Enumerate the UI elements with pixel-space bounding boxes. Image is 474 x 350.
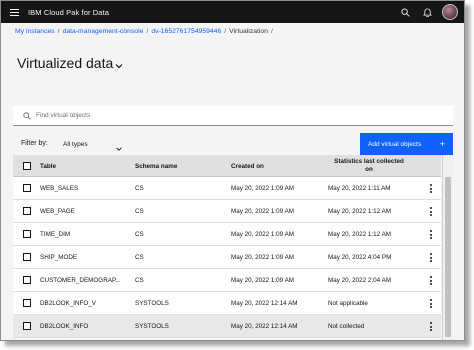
table-row[interactable]: TIME_DIM CS May 20, 2022 1:09 AM May 20,…: [13, 223, 441, 246]
row-checkbox[interactable]: [23, 299, 31, 307]
plus-icon: +: [439, 139, 445, 149]
breadcrumb-separator: /: [224, 28, 227, 35]
search-input[interactable]: [36, 112, 416, 119]
table-row[interactable]: SHIP_MODE CS May 20, 2022 1:09 AM May 20…: [13, 246, 441, 269]
filter-type-dropdown[interactable]: All types: [57, 135, 129, 153]
cell-statistics: May 20, 2022 4:04 PM: [328, 254, 392, 261]
cell-schema: CS: [135, 231, 144, 238]
app-window: IBM Cloud Pak for Data My instances / data…: [0, 0, 465, 341]
cell-created: May 20, 2022 1:09 AM: [231, 277, 295, 284]
overflow-menu-icon[interactable]: [430, 253, 432, 262]
row-checkbox[interactable]: [23, 322, 31, 330]
table-row[interactable]: WEB_PAGE CS May 20, 2022 1:09 AM May 20,…: [13, 200, 441, 223]
table-row[interactable]: DB2LOOK_INFO SYSTOOLS May 20, 2022 12:14…: [13, 315, 441, 338]
filter-selected-value: All types: [63, 140, 88, 148]
virtual-objects-table: Table Schema name Created on Statistics …: [13, 155, 441, 338]
cell-statistics: May 20, 2022 2:04 AM: [328, 277, 392, 284]
cell-schema: CS: [135, 185, 144, 192]
top-navigation-bar: IBM Cloud Pak for Data: [1, 1, 464, 23]
row-checkbox[interactable]: [23, 184, 31, 192]
brand-name: IBM Cloud Pak for Data: [28, 7, 109, 17]
add-virtual-objects-label: Add virtual objects: [368, 140, 422, 148]
cell-table: WEB_PAGE: [40, 208, 75, 215]
overflow-menu-icon[interactable]: [430, 230, 432, 239]
table-header-row: Table Schema name Created on Statistics …: [13, 155, 441, 177]
cell-created: May 20, 2022 1:09 AM: [231, 185, 295, 192]
overflow-menu-icon[interactable]: [430, 276, 432, 285]
overflow-menu-icon[interactable]: [430, 184, 432, 193]
cell-created: May 20, 2022 1:09 AM: [231, 208, 295, 215]
cell-table: WEB_SALES: [40, 185, 79, 192]
cell-created: May 20, 2022 12:14 AM: [231, 323, 298, 330]
breadcrumb-separator: /: [57, 28, 60, 35]
add-virtual-objects-button[interactable]: Add virtual objects +: [360, 133, 453, 155]
row-checkbox[interactable]: [23, 230, 31, 238]
cell-table: DB2LOOK_INFO_V: [40, 300, 96, 307]
row-checkbox[interactable]: [23, 253, 31, 261]
cell-statistics: Not collected: [328, 323, 365, 330]
cell-statistics: May 20, 2022 1:12 AM: [328, 208, 392, 215]
statistics-header-line1: Statistics last collected: [334, 158, 404, 165]
notification-icon[interactable]: [420, 5, 434, 19]
menu-icon[interactable]: [4, 1, 24, 23]
filter-label: Filter by:: [21, 140, 48, 147]
search-bar: [13, 106, 453, 126]
cell-statistics: May 20, 2022 1:11 AM: [328, 185, 391, 192]
search-icon[interactable]: [398, 5, 412, 19]
select-all-checkbox[interactable]: [23, 162, 31, 170]
cell-statistics: Not applicable: [328, 300, 368, 307]
cell-table: CUSTOMER_DEMOGRAP...: [40, 277, 121, 284]
cell-schema: CS: [135, 254, 144, 261]
table-row[interactable]: DB2LOOK_INFO_V SYSTOOLS May 20, 2022 12:…: [13, 292, 441, 315]
breadcrumb-my-instances[interactable]: My instances: [15, 28, 55, 35]
breadcrumb-data-management-console[interactable]: data-management-console: [63, 28, 144, 35]
avatar[interactable]: [442, 4, 458, 20]
scrollbar-thumb[interactable]: [445, 177, 451, 337]
cell-created: May 20, 2022 1:09 AM: [231, 254, 295, 261]
breadcrumb-separator: /: [146, 28, 149, 35]
overflow-menu-icon[interactable]: [430, 207, 432, 216]
row-checkbox[interactable]: [23, 276, 31, 284]
chevron-down-icon[interactable]: [114, 58, 124, 69]
cell-schema: SYSTOOLS: [135, 323, 169, 330]
cell-created: May 20, 2022 12:14 AM: [231, 300, 298, 307]
breadcrumb-separator: /: [270, 28, 273, 35]
cell-created: May 20, 2022 1:09 AM: [231, 231, 295, 238]
cell-schema: CS: [135, 277, 144, 284]
table-row[interactable]: WEB_SALES CS May 20, 2022 1:09 AM May 20…: [13, 177, 441, 200]
row-checkbox[interactable]: [23, 207, 31, 215]
overflow-menu-icon[interactable]: [430, 299, 432, 308]
column-header-schema[interactable]: Schema name: [135, 163, 177, 170]
cell-schema: SYSTOOLS: [135, 300, 169, 307]
breadcrumb-dv-instance[interactable]: dv-1652761754959446: [151, 28, 221, 35]
cell-table: SHIP_MODE: [40, 254, 78, 261]
chevron-down-icon: [115, 140, 123, 151]
cell-table: DB2LOOK_INFO: [40, 323, 89, 330]
breadcrumb-current: Virtualization: [229, 28, 268, 35]
table-row[interactable]: CUSTOMER_DEMOGRAP... CS May 20, 2022 1:0…: [13, 269, 441, 292]
table-scrollbar[interactable]: [442, 155, 453, 340]
column-header-statistics[interactable]: Statistics last collected on: [328, 158, 410, 174]
overflow-menu-icon[interactable]: [430, 322, 432, 331]
search-icon: [23, 111, 31, 120]
cell-table: TIME_DIM: [40, 231, 71, 238]
column-header-table[interactable]: Table: [40, 163, 56, 170]
cell-schema: CS: [135, 208, 144, 215]
page-title: Virtualized data: [17, 55, 114, 71]
column-header-created[interactable]: Created on: [231, 163, 264, 170]
cell-statistics: May 20, 2022 1:12 AM: [328, 231, 392, 238]
breadcrumb: My instances / data-management-console / dv-…: [15, 28, 276, 35]
statistics-header-line2: on: [365, 166, 373, 173]
